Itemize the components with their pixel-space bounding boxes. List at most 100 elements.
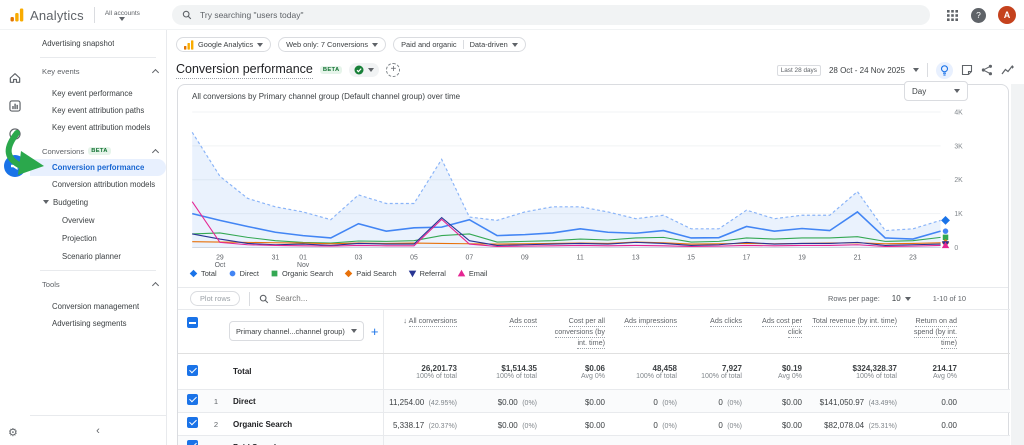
col-header-ads-cost-per-click[interactable]: Ads cost per click xyxy=(746,310,806,354)
cell-organic-search-2: $0.00 xyxy=(541,413,609,436)
sidebar-item-label: Projection xyxy=(62,234,97,243)
page-title-row: Conversion performance BETA + xyxy=(176,58,400,82)
collapse-chevron-icon xyxy=(152,281,159,288)
beta-badge: BETA xyxy=(320,66,343,74)
plot-rows-button[interactable]: Plot rows xyxy=(190,291,240,306)
row-checkbox[interactable] xyxy=(187,417,198,428)
cell-direct-7: 0.00 xyxy=(901,390,961,413)
row-checkbox[interactable] xyxy=(187,394,198,405)
sidebar-item-conversion-management[interactable]: Conversion management xyxy=(30,298,166,315)
chevron-down-icon xyxy=(119,17,125,21)
conversions-chart: 01K2K3K4K29Oct3101Nov0305070911131517192… xyxy=(185,109,993,274)
legend-item-paid-search[interactable]: Paid Search xyxy=(344,269,396,278)
add-comparison-button[interactable]: + xyxy=(386,63,400,77)
legend-item-total[interactable]: Total xyxy=(189,269,217,278)
row-checkbox[interactable] xyxy=(187,440,198,445)
top-app-bar: Analytics All accounts ? A xyxy=(0,0,1024,30)
filter-chip-bar: Google Analytics Web only: 7 Conversions P… xyxy=(176,37,526,52)
svg-text:1K: 1K xyxy=(954,211,963,218)
help-icon[interactable]: ? xyxy=(971,8,986,23)
advertising-icon[interactable] xyxy=(4,155,26,177)
chevron-down-icon xyxy=(351,329,357,333)
cell-direct-4: 0 (0%) xyxy=(681,390,746,413)
cell-paid-search-2: $0.41 xyxy=(541,436,609,445)
cell-direct-0: 11,254.00 (42.95%) xyxy=(383,390,461,413)
view-insights-icon[interactable] xyxy=(1001,64,1014,76)
sidebar-item-advertising-snapshot[interactable]: Advertising snapshot xyxy=(30,34,166,52)
col-header-cost-per-all-conversions-by-int-time[interactable]: Cost per all conversions (by int. time) xyxy=(541,310,609,354)
sidebar-item-conversion-attribution-models[interactable]: Conversion attribution models xyxy=(30,176,166,193)
legend-label: Referral xyxy=(420,269,446,278)
sidebar-item-budgeting[interactable]: Budgeting xyxy=(30,193,166,211)
select-all-checkbox[interactable] xyxy=(187,317,198,328)
cell-paid-search-6: $21,560.81 (6.65%) xyxy=(806,436,901,445)
home-icon[interactable] xyxy=(8,71,22,85)
filter-chip-paid-and-organic[interactable]: Paid and organicData-driven xyxy=(393,37,526,52)
scrollbar-gutter[interactable] xyxy=(1011,84,1024,445)
svg-text:05: 05 xyxy=(410,254,418,261)
legend-label: Paid Search xyxy=(356,269,396,278)
col-header-all-conversions[interactable]: ↓ All conversions xyxy=(383,310,461,354)
sidebar-item-overview[interactable]: Overview xyxy=(30,211,166,229)
sidebar-item-key-event-attribution-models[interactable]: Key event attribution models xyxy=(30,119,166,136)
divider xyxy=(927,63,928,77)
col-header-ads-clicks[interactable]: Ads clicks xyxy=(681,310,746,354)
legend-item-email[interactable]: Email xyxy=(457,269,487,278)
dimension-select[interactable]: Primary channel...channel group) xyxy=(229,321,364,341)
granularity-select[interactable]: Day xyxy=(904,81,968,101)
account-switcher[interactable]: All accounts xyxy=(105,10,140,21)
notes-icon[interactable] xyxy=(961,64,973,76)
cell-organic-search-3: 0 (0%) xyxy=(609,413,681,436)
date-range[interactable]: 28 Oct - 24 Nov 2025 xyxy=(829,66,905,75)
cell-paid-search-5: $0.18 xyxy=(746,436,806,445)
add-column-button[interactable]: + xyxy=(371,324,379,339)
avatar[interactable]: A xyxy=(998,6,1016,24)
admin-gear-icon[interactable]: ⚙ xyxy=(8,426,18,439)
table-search[interactable] xyxy=(259,294,819,304)
total-cell-7: 214.17Avg 0% xyxy=(901,354,961,390)
sidebar-item-advertising-segments[interactable]: Advertising segments xyxy=(30,315,166,332)
legend-item-organic-search[interactable]: Organic Search xyxy=(270,269,333,278)
explore-icon[interactable] xyxy=(8,127,22,141)
insights-lightbulb-icon[interactable] xyxy=(936,62,953,79)
chevron-down-icon xyxy=(954,89,960,93)
cell-direct-2: $0.00 xyxy=(541,390,609,413)
sidebar-item-key-event-performance[interactable]: Key event performance xyxy=(30,85,166,102)
google-analytics-icon xyxy=(184,40,194,50)
rows-per-page-select[interactable]: 10 xyxy=(892,294,911,303)
sidebar-item-label: Key event attribution paths xyxy=(52,106,144,115)
col-header-ads-cost[interactable]: Ads cost xyxy=(461,310,541,354)
apps-grid-icon[interactable] xyxy=(946,9,959,22)
legend-item-referral[interactable]: Referral xyxy=(408,269,446,278)
svg-text:03: 03 xyxy=(355,254,363,261)
row-checkbox[interactable] xyxy=(187,365,198,376)
sidebar-item-conversions[interactable]: ConversionsBETA xyxy=(30,143,166,159)
collapse-sidebar-button[interactable]: ‹ xyxy=(96,425,100,437)
sidebar-item-label: Scenario planner xyxy=(62,252,121,261)
sidebar-item-projection[interactable]: Projection xyxy=(30,229,166,247)
sidebar-item-tools[interactable]: Tools xyxy=(30,276,166,292)
status-dropdown[interactable] xyxy=(349,63,379,77)
sidebar-divider xyxy=(40,57,156,58)
sidebar-item-conversion-performance[interactable]: Conversion performance xyxy=(30,159,166,176)
legend-marker-icon xyxy=(228,269,237,278)
share-icon[interactable] xyxy=(981,64,993,76)
global-search-input[interactable] xyxy=(200,10,920,20)
collapse-chevron-icon xyxy=(152,68,159,75)
reports-icon[interactable] xyxy=(8,99,22,113)
sidebar-item-scenario-planner[interactable]: Scenario planner xyxy=(30,247,166,265)
sidebar-item-key-events[interactable]: Key events xyxy=(30,63,166,79)
row-label: Organic Search xyxy=(225,413,383,436)
col-header-total-revenue-by-int-time[interactable]: Total revenue (by int. time) xyxy=(806,310,901,354)
filter-chip-google-analytics[interactable]: Google Analytics xyxy=(176,37,271,52)
sidebar-item-key-event-attribution-paths[interactable]: Key event attribution paths xyxy=(30,102,166,119)
legend-item-direct[interactable]: Direct xyxy=(228,269,259,278)
global-search[interactable] xyxy=(172,5,930,25)
table-search-input[interactable] xyxy=(275,294,395,303)
chevron-down-icon[interactable] xyxy=(913,68,919,72)
col-header-return-on-ad-spend-by-int-time[interactable]: Return on ad spend (by int. time) xyxy=(901,310,961,354)
cell-paid-search-3: 45,465 (93.82%) xyxy=(609,436,681,445)
col-header-ads-impressions[interactable]: Ads impressions xyxy=(609,310,681,354)
chevron-down-icon xyxy=(905,297,911,301)
filter-chip-web-only-7-conversions[interactable]: Web only: 7 Conversions xyxy=(278,37,386,52)
